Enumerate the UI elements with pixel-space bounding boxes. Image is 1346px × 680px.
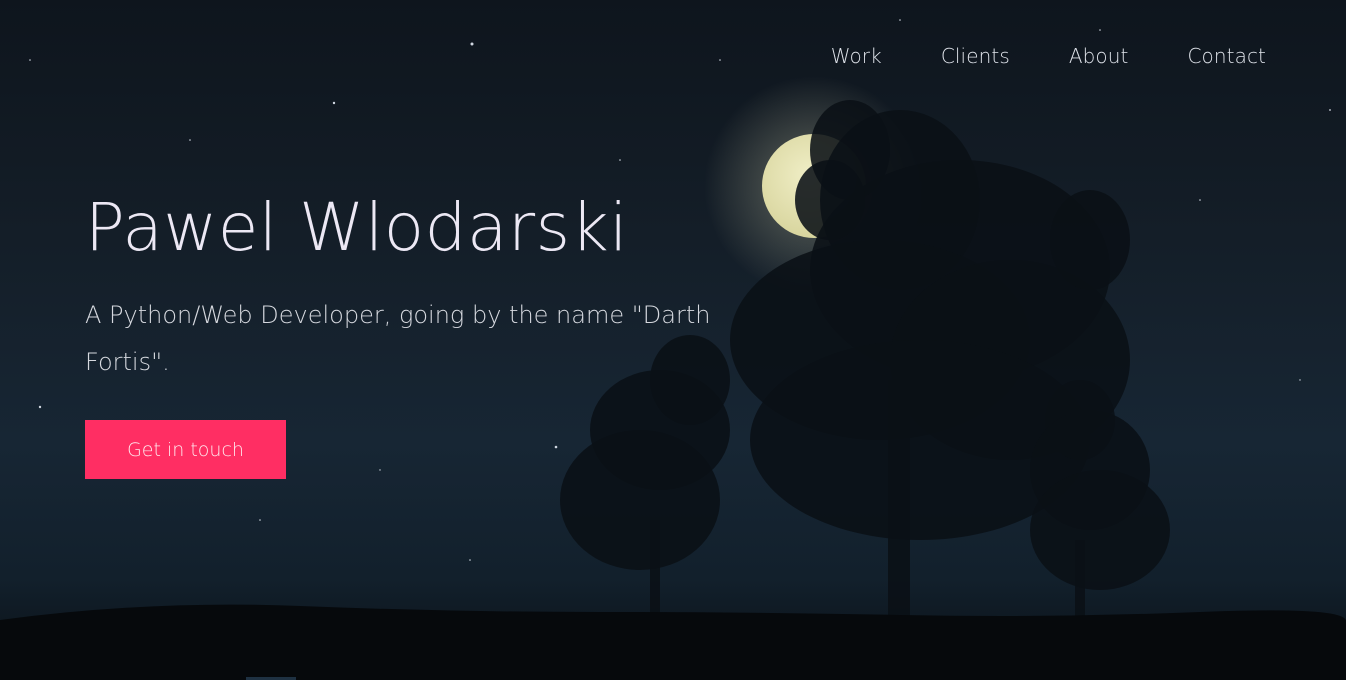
nav-item-about[interactable]: About (1069, 44, 1129, 68)
hero-title: Pawel Wlodarski (85, 189, 629, 266)
ground (0, 604, 1346, 680)
hero-section: Work Clients About Contact Pawel Wlodars… (0, 0, 1346, 680)
nav-item-work[interactable]: Work (831, 44, 882, 68)
nav-item-contact[interactable]: Contact (1187, 44, 1266, 68)
get-in-touch-button[interactable]: Get in touch (85, 420, 286, 479)
nav-item-clients[interactable]: Clients (941, 44, 1010, 68)
hero-subtitle: A Python/Web Developer, going by the nam… (85, 301, 711, 376)
main-nav: Work Clients About Contact (831, 44, 1266, 68)
